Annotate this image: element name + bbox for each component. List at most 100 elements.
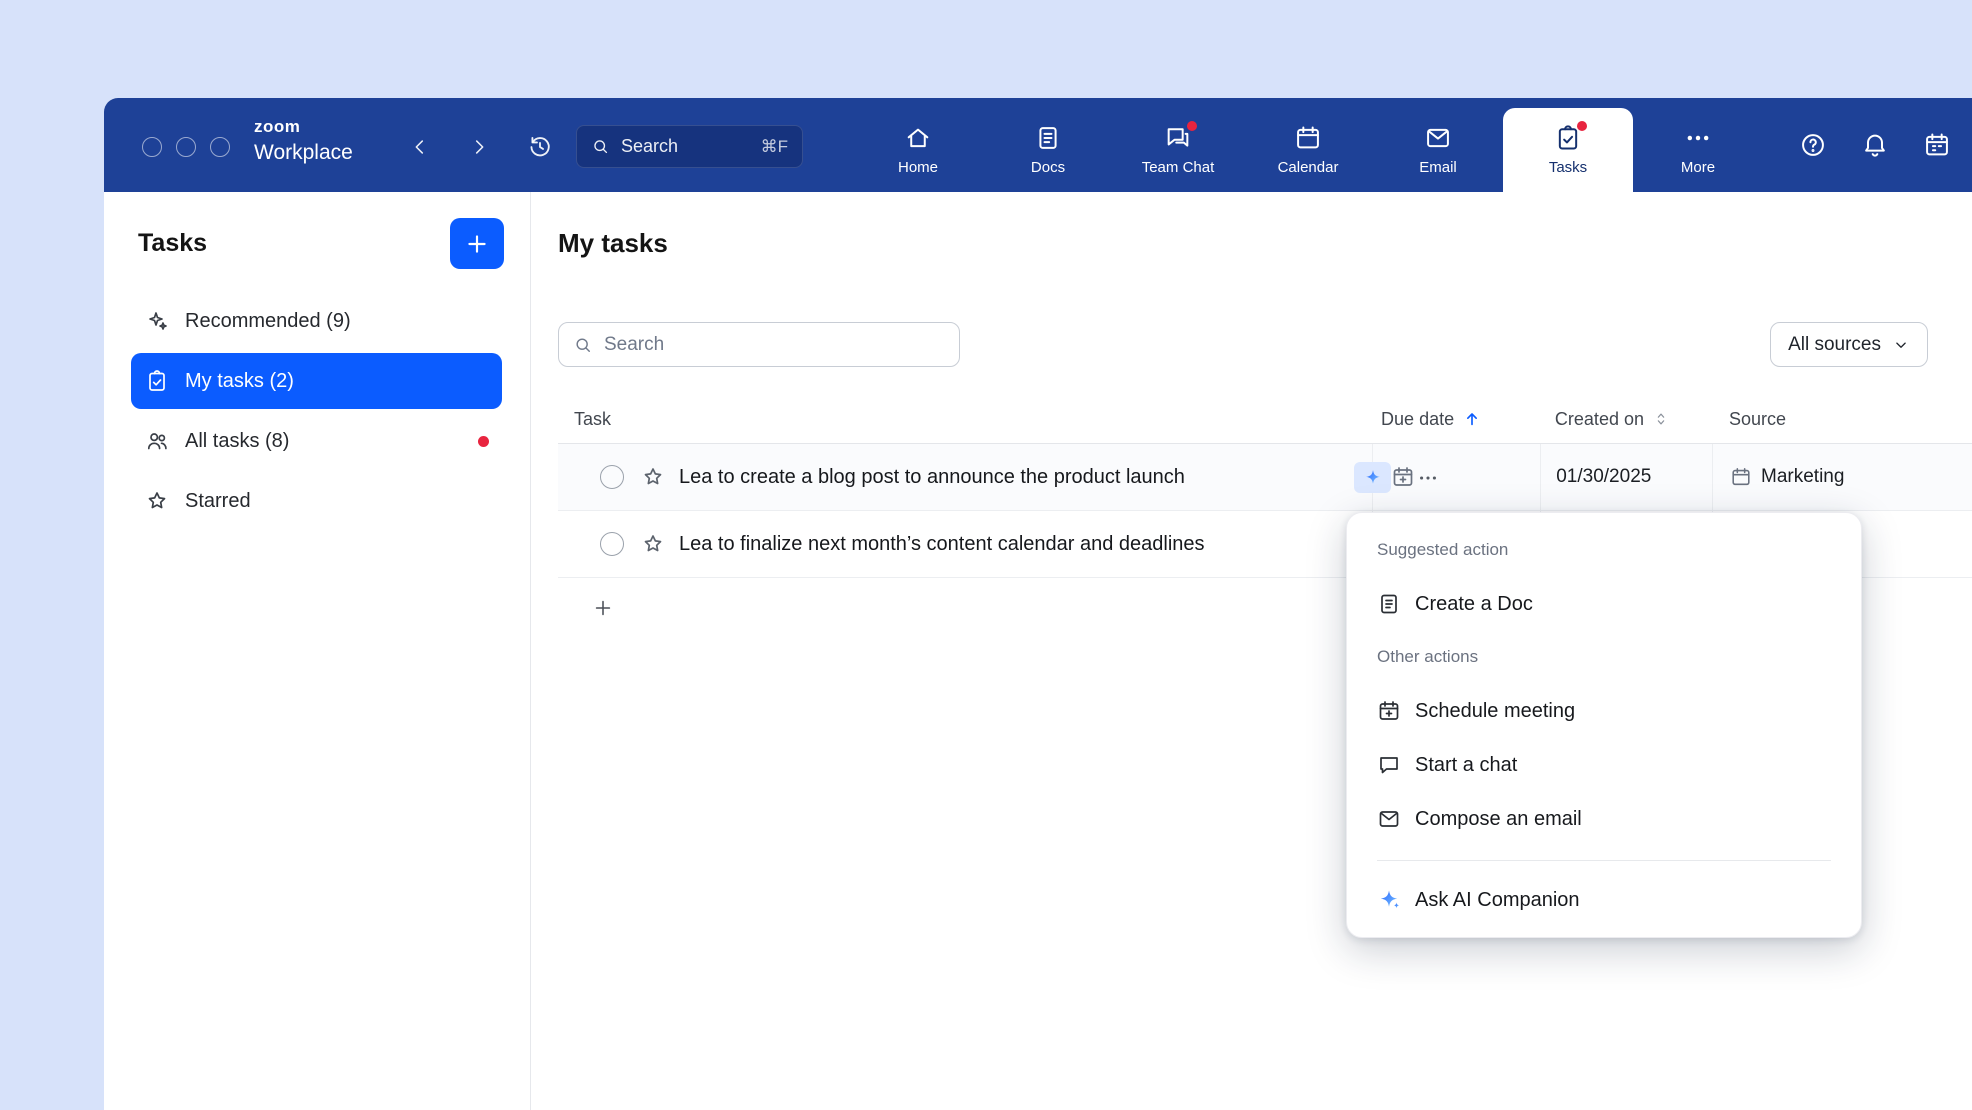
nav-item-team-chat[interactable]: Team Chat	[1113, 108, 1243, 192]
table-header: Task Due date Created on Source	[558, 395, 1972, 444]
column-header-source[interactable]: Source	[1712, 409, 1972, 430]
plus-icon	[592, 597, 614, 619]
task-search-field[interactable]	[558, 322, 960, 367]
email-icon	[1424, 124, 1452, 152]
column-label: Due date	[1381, 409, 1454, 430]
column-header-created-on[interactable]: Created on	[1540, 409, 1712, 430]
calendar-icon	[1730, 466, 1752, 488]
task-list-icon	[145, 369, 169, 393]
sparkle-icon	[145, 309, 169, 333]
action-menu: Suggested action Create a Doc Other acti…	[1346, 512, 1862, 938]
nav-item-docs[interactable]: Docs	[983, 108, 1113, 192]
search-shortcut: ⌘F	[761, 137, 788, 157]
sources-filter[interactable]: All sources	[1770, 322, 1928, 367]
ai-sparkle-icon	[1377, 888, 1401, 912]
help-button[interactable]	[1799, 131, 1827, 159]
nav-item-home[interactable]: Home	[853, 108, 983, 192]
sidebar-item-all-tasks[interactable]: All tasks (8)	[131, 413, 502, 469]
date-picker-button[interactable]	[1923, 131, 1951, 159]
window-control-close[interactable]	[142, 137, 162, 157]
sidebar-item-label: All tasks (8)	[185, 430, 289, 453]
star-icon[interactable]	[641, 465, 665, 489]
menu-item-label: Compose an email	[1415, 808, 1582, 831]
notifications-button[interactable]	[1861, 131, 1889, 159]
source-cell: Marketing	[1712, 444, 1972, 510]
window-control-minimize[interactable]	[176, 137, 196, 157]
calendar-icon	[1294, 124, 1322, 152]
tasks-icon	[1554, 124, 1582, 152]
menu-item-label: Schedule meeting	[1415, 700, 1575, 723]
column-header-due-date[interactable]: Due date	[1371, 409, 1540, 430]
add-task-button[interactable]	[450, 218, 504, 269]
menu-item-create-doc[interactable]: Create a Doc	[1347, 577, 1861, 631]
forward-button[interactable]	[463, 131, 495, 163]
sidebar-list: Recommended (9) My tasks (2) All tasks (…	[104, 293, 530, 529]
source-label: Marketing	[1761, 466, 1844, 488]
topbar-right-icons	[1799, 98, 1951, 192]
task-cell: Lea to create a blog post to announce th…	[558, 444, 1372, 510]
team-chat-icon	[1164, 124, 1192, 152]
column-header-task[interactable]: Task	[558, 409, 1371, 430]
menu-item-ask-ai-companion[interactable]: Ask AI Companion	[1347, 873, 1861, 927]
nav-item-tasks[interactable]: Tasks	[1503, 108, 1633, 192]
sidebar-item-starred[interactable]: Starred	[131, 473, 502, 529]
sidebar-item-label: Starred	[185, 490, 251, 513]
window-controls	[142, 137, 230, 157]
history-button[interactable]	[524, 131, 556, 163]
sidebar: Tasks Recommended (9) My tasks (2)	[104, 192, 531, 1110]
star-icon	[145, 489, 169, 513]
menu-item-start-chat[interactable]: Start a chat	[1347, 738, 1861, 792]
chevron-left-icon	[409, 136, 431, 158]
task-search-input[interactable]	[604, 334, 945, 356]
task-row[interactable]: Lea to create a blog post to announce th…	[558, 444, 1972, 511]
nav-item-more[interactable]: More	[1633, 108, 1763, 192]
sidebar-item-my-tasks[interactable]: My tasks (2)	[131, 353, 502, 409]
people-icon	[145, 429, 169, 453]
nav-item-email[interactable]: Email	[1373, 108, 1503, 192]
menu-item-compose-email[interactable]: Compose an email	[1347, 792, 1861, 846]
calendar-icon	[1923, 131, 1951, 159]
task-checkbox[interactable]	[600, 532, 624, 556]
nav-item-calendar[interactable]: Calendar	[1243, 108, 1373, 192]
task-checkbox[interactable]	[600, 465, 624, 489]
notification-dot	[1187, 121, 1197, 131]
back-button[interactable]	[404, 131, 436, 163]
doc-icon	[1377, 592, 1401, 616]
unread-dot	[478, 436, 489, 447]
search-icon	[573, 335, 593, 355]
nav-label: Calendar	[1278, 159, 1339, 176]
menu-item-schedule-meeting[interactable]: Schedule meeting	[1347, 684, 1861, 738]
due-date-cell[interactable]	[1372, 444, 1541, 510]
chat-icon	[1377, 753, 1401, 777]
global-search[interactable]: Search ⌘F	[576, 125, 803, 168]
sidebar-item-recommended[interactable]: Recommended (9)	[131, 293, 502, 349]
column-label: Created on	[1555, 409, 1644, 430]
more-actions-button[interactable]	[1409, 462, 1446, 493]
star-icon[interactable]	[641, 532, 665, 556]
task-cell: Lea to finalize next month’s content cal…	[558, 511, 1372, 577]
task-title[interactable]: Lea to finalize next month’s content cal…	[679, 533, 1205, 556]
help-icon	[1799, 131, 1827, 159]
sidebar-header: Tasks	[138, 218, 504, 269]
sidebar-title: Tasks	[138, 229, 207, 258]
menu-section-label-suggested: Suggested action	[1347, 533, 1861, 567]
notification-dot	[1577, 121, 1587, 131]
chevron-down-icon	[1892, 336, 1910, 354]
topbar: zoom Workplace Search ⌘F Home	[104, 98, 1972, 192]
created-date: 01/30/2025	[1556, 466, 1651, 488]
task-title[interactable]: Lea to create a blog post to announce th…	[679, 466, 1185, 489]
zoom-workplace-logo: zoom Workplace	[254, 118, 353, 163]
window-control-zoom[interactable]	[210, 137, 230, 157]
home-icon	[904, 124, 932, 152]
sidebar-item-label: My tasks (2)	[185, 370, 294, 393]
nav-label: Email	[1419, 159, 1457, 176]
sources-filter-label: All sources	[1788, 334, 1881, 356]
search-icon	[591, 137, 610, 156]
nav-label: Tasks	[1549, 159, 1587, 176]
global-search-placeholder: Search	[621, 136, 678, 157]
bell-icon	[1861, 131, 1889, 159]
sidebar-item-label: Recommended (9)	[185, 310, 351, 333]
nav-label: Home	[898, 159, 938, 176]
plus-icon	[464, 231, 490, 257]
ai-companion-button[interactable]	[1354, 462, 1391, 493]
